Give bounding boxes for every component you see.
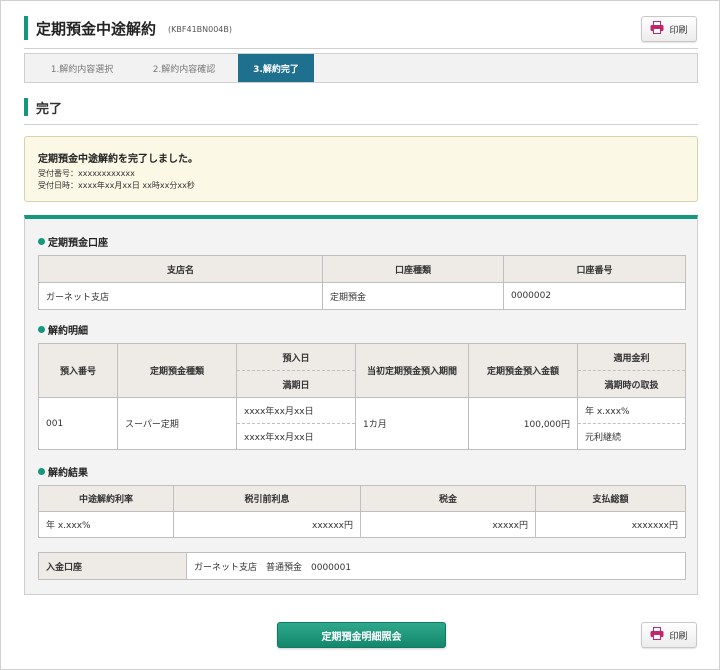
screen-id: (KBF41BN004B) bbox=[168, 25, 233, 34]
account-type: 定期預金 bbox=[322, 282, 504, 310]
section-title: 完了 bbox=[24, 97, 62, 117]
page-header: 定期預金中途解約 (KBF41BN004B) bbox=[24, 14, 232, 42]
account-header-type: 口座種類 bbox=[322, 255, 504, 283]
deposit-account-label: 入金口座 bbox=[38, 552, 187, 580]
page-title: 定期預金中途解約 bbox=[36, 19, 157, 38]
section-divider bbox=[24, 124, 698, 125]
result-header-tax: 税金 bbox=[360, 485, 536, 512]
result-heading-text: 解約結果 bbox=[48, 468, 88, 479]
account-heading-text: 定期預金口座 bbox=[48, 238, 108, 249]
bullet-icon bbox=[38, 326, 45, 333]
details-header-deposit-date: 預入日 bbox=[236, 343, 356, 371]
table-row: 年 x.xxx% xxxxxx円 xxxxx円 xxxxxxx円 bbox=[38, 511, 686, 538]
section-accent-bar bbox=[24, 98, 28, 116]
detail-type: スーパー定期 bbox=[117, 397, 237, 450]
print-button-label: 印刷 bbox=[669, 631, 688, 642]
result-header-total: 支払総額 bbox=[535, 485, 686, 512]
detail-amount: 100,000円 bbox=[468, 397, 578, 450]
details-header-type: 定期預金種類 bbox=[117, 343, 237, 398]
detail-deposit-no: 001 bbox=[38, 397, 118, 450]
details-heading-text: 解約明細 bbox=[48, 326, 88, 337]
deposit-account-table: 入金口座 ガーネット支店 普通預金 0000001 bbox=[38, 552, 686, 580]
printer-icon bbox=[650, 21, 664, 37]
bullet-icon bbox=[38, 238, 45, 245]
step-1: 1.解約内容選択 bbox=[50, 64, 114, 75]
account-header-branch: 支店名 bbox=[38, 255, 323, 283]
result-rate: 年 x.xxx% bbox=[38, 511, 174, 538]
header-divider bbox=[24, 48, 698, 49]
account-heading: 定期預金口座 bbox=[38, 234, 108, 249]
result-tax: xxxxx円 bbox=[360, 511, 536, 538]
detail-maturity-date: xxxx年xx月xx日 bbox=[236, 423, 356, 450]
step-indicator: 1.解約内容選択 2.解約内容確認 3.解約完了 bbox=[24, 53, 698, 83]
print-button-top[interactable]: 印刷 bbox=[641, 16, 697, 42]
details-heading: 解約明細 bbox=[38, 322, 88, 337]
result-interest: xxxxxx円 bbox=[173, 511, 361, 538]
completion-message-title: 定期預金中途解約を完了しました。 bbox=[38, 154, 198, 165]
detail-initial-period: 1カ月 bbox=[355, 397, 469, 450]
print-button-label: 印刷 bbox=[669, 25, 688, 36]
account-number: 0000002 bbox=[503, 282, 686, 310]
result-header-rate: 中途解約利率 bbox=[38, 485, 174, 512]
details-table: 預入番号 定期預金種類 預入日 当初定期預金預入期間 定期預金預入金額 適用金利… bbox=[38, 343, 686, 450]
result-total: xxxxxxx円 bbox=[535, 511, 686, 538]
detail-maturity-handling: 元利継続 bbox=[577, 423, 686, 450]
receipt-number: 受付番号：xxxxxxxxxxxx bbox=[38, 169, 135, 178]
page: 定期預金中途解約 (KBF41BN004B) 印刷 1.解約内容選択 2.解約内… bbox=[0, 0, 720, 670]
detail-deposit-date: xxxx年xx月xx日 bbox=[236, 397, 356, 424]
result-header-interest: 税引前利息 bbox=[173, 485, 361, 512]
printer-icon bbox=[650, 627, 664, 643]
account-branch: ガーネット支店 bbox=[38, 282, 323, 310]
details-header-rate: 適用金利 bbox=[577, 343, 686, 371]
section-title-text: 完了 bbox=[36, 101, 63, 117]
receipt-datetime: 受付日時：xxxx年xx月xx日 xx時xx分xx秒 bbox=[38, 181, 195, 190]
deposit-account-value: ガーネット支店 普通預金 0000001 bbox=[186, 552, 686, 580]
deposit-details-inquiry-button[interactable]: 定期預金明細照会 bbox=[277, 622, 446, 648]
account-table: 支店名 口座種類 口座番号 ガーネット支店 定期預金 0000002 bbox=[38, 255, 686, 310]
table-row: 001 スーパー定期 xxxx年xx月xx日 1カ月 100,000円 年 x.… bbox=[38, 397, 686, 450]
title-accent-bar bbox=[24, 16, 28, 40]
step-3-active: 3.解約完了 bbox=[238, 54, 314, 82]
step-2: 2.解約内容確認 bbox=[152, 64, 216, 75]
completion-message: 定期預金中途解約を完了しました。 受付番号：xxxxxxxxxxxx 受付日時：… bbox=[24, 136, 698, 202]
details-header-maturity-date: 満期日 bbox=[236, 370, 356, 398]
detail-panel: 定期預金口座 支店名 口座種類 口座番号 ガーネット支店 定期預金 000000… bbox=[24, 215, 698, 595]
table-row: ガーネット支店 定期預金 0000002 bbox=[38, 282, 686, 310]
result-table: 中途解約利率 税引前利息 税金 支払総額 年 x.xxx% xxxxxx円 xx… bbox=[38, 485, 686, 538]
result-heading: 解約結果 bbox=[38, 464, 88, 479]
details-header-deposit-no: 預入番号 bbox=[38, 343, 118, 398]
details-header-initial-period: 当初定期預金預入期間 bbox=[355, 343, 469, 398]
detail-rate: 年 x.xxx% bbox=[577, 397, 686, 424]
details-header-amount: 定期預金預入金額 bbox=[468, 343, 578, 398]
bullet-icon bbox=[38, 468, 45, 475]
print-button-bottom[interactable]: 印刷 bbox=[641, 622, 697, 648]
table-row: 入金口座 ガーネット支店 普通預金 0000001 bbox=[38, 552, 686, 580]
account-header-number: 口座番号 bbox=[503, 255, 686, 283]
details-header-maturity-handling: 満期時の取扱 bbox=[577, 370, 686, 398]
